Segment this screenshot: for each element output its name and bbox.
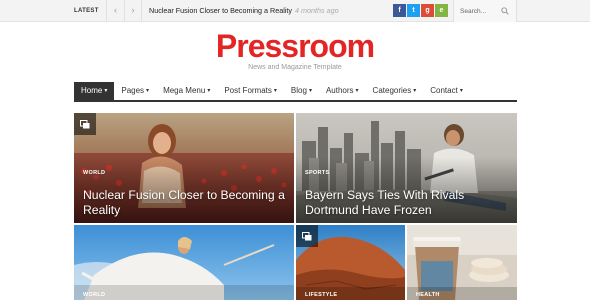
post-tile[interactable]: LIFESTYLE — [296, 225, 405, 300]
twitter-icon[interactable]: t — [407, 4, 420, 17]
post-image — [74, 225, 294, 300]
chevron-down-icon: ▾ — [355, 88, 359, 94]
top-bar: LATEST ‹ › Nuclear Fusion Closer to Beco… — [0, 0, 590, 22]
post-category[interactable]: SPORTS — [305, 170, 329, 176]
nav-item-authors[interactable]: Authors ▾ — [319, 82, 366, 100]
latest-label: LATEST — [74, 8, 99, 14]
nav-item-post-formats[interactable]: Post Formats ▾ — [217, 82, 284, 100]
google-plus-icon[interactable]: g — [421, 4, 434, 17]
main-nav: Home ▾ Pages ▾ Mega Menu ▾ Post Formats ▾ Bl… — [74, 82, 517, 100]
nav-divider — [74, 100, 517, 102]
search-icon[interactable] — [501, 7, 509, 15]
chevron-down-icon: ▾ — [146, 88, 150, 94]
nav-item-mega-menu[interactable]: Mega Menu ▾ — [156, 82, 217, 100]
chevron-down-icon: ▾ — [413, 88, 417, 94]
chevron-right-icon: › — [131, 5, 135, 15]
gallery-icon — [80, 119, 90, 128]
post-tile[interactable]: WORLD — [74, 225, 294, 300]
envato-icon[interactable]: e — [435, 4, 448, 17]
chevron-down-icon: ▾ — [207, 88, 211, 94]
post-title[interactable]: Nuclear Fusion Closer to Becoming a Real… — [83, 188, 288, 217]
ticker-time: 4 months ago — [295, 6, 339, 15]
site-tagline: News and Magazine Template — [248, 64, 342, 71]
featured-post-tile[interactable]: WORLD Nuclear Fusion Closer to Becoming … — [74, 113, 294, 223]
ticker-prev-button[interactable]: ‹ — [106, 0, 124, 22]
nav-item-categories[interactable]: Categories ▾ — [366, 82, 424, 100]
post-tile[interactable]: HEALTH — [407, 225, 517, 300]
post-title[interactable]: Bayern Says Ties With Rivals Dortmund Ha… — [305, 188, 515, 217]
ticker-title[interactable]: Nuclear Fusion Closer to Becoming a Real… — [149, 6, 292, 15]
featured-post-tile[interactable]: SPORTS Bayern Says Ties With Rivals Dort… — [296, 113, 517, 223]
site-logo[interactable]: Pressroom — [0, 28, 590, 65]
nav-item-blog[interactable]: Blog ▾ — [284, 82, 319, 100]
gallery-badge — [74, 113, 96, 135]
chevron-down-icon: ▾ — [459, 88, 463, 94]
facebook-icon[interactable]: f — [393, 4, 406, 17]
ticker-next-button[interactable]: › — [124, 0, 142, 22]
chevron-down-icon: ▾ — [308, 88, 312, 94]
social-icons: f t g e — [393, 4, 448, 17]
post-image — [407, 225, 517, 300]
search-input[interactable] — [460, 5, 500, 17]
search-box — [453, 0, 517, 22]
post-category[interactable]: LIFESTYLE — [305, 292, 337, 298]
ticker-item[interactable]: Nuclear Fusion Closer to Becoming a Real… — [149, 0, 339, 22]
gallery-badge — [296, 225, 318, 247]
chevron-left-icon: ‹ — [114, 5, 117, 15]
nav-item-contact[interactable]: Contact ▾ — [423, 82, 470, 100]
post-category[interactable]: HEALTH — [416, 292, 440, 298]
nav-item-pages[interactable]: Pages ▾ — [114, 82, 156, 100]
chevron-down-icon: ▾ — [273, 88, 277, 94]
post-category[interactable]: WORLD — [83, 170, 105, 176]
chevron-down-icon: ▾ — [104, 88, 108, 94]
nav-item-home[interactable]: Home ▾ — [74, 82, 115, 100]
post-category[interactable]: WORLD — [83, 292, 105, 298]
gallery-icon — [302, 231, 312, 240]
